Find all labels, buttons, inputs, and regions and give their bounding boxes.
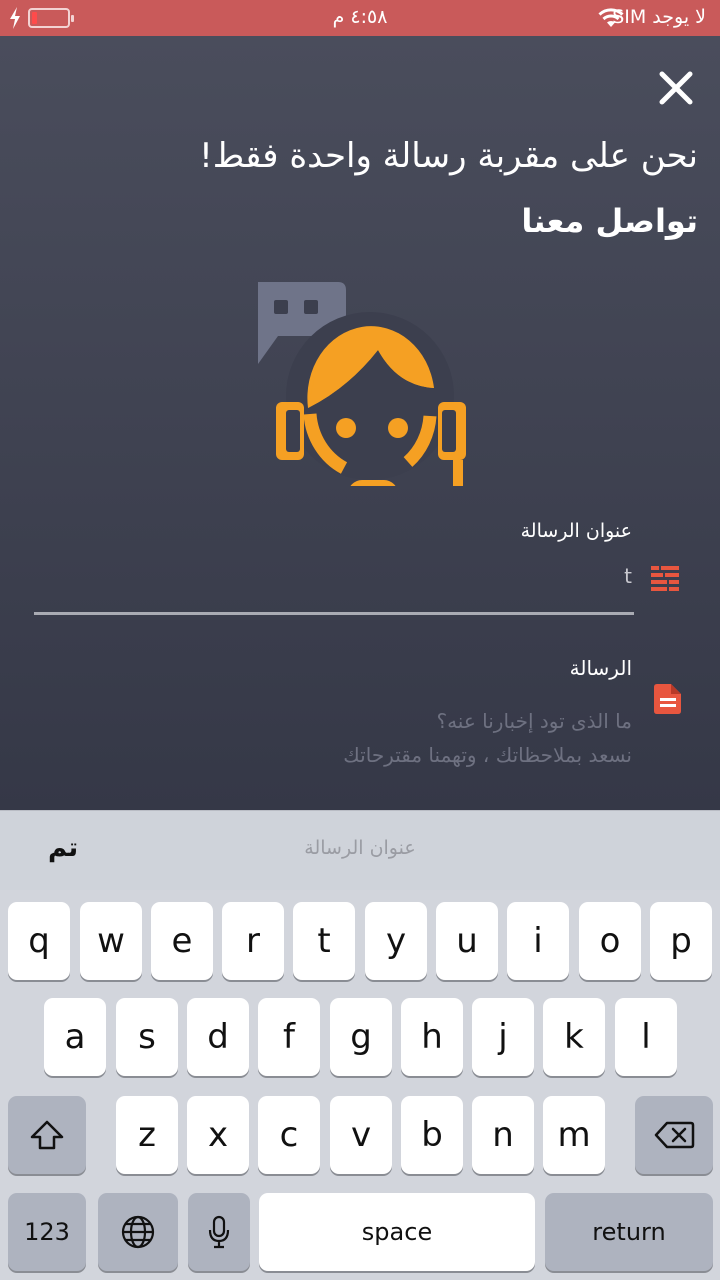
- subject-label: عنوان الرسالة: [520, 520, 632, 542]
- page-title: تواصل معنا: [521, 202, 698, 240]
- key-p[interactable]: p: [650, 902, 712, 980]
- globe-key[interactable]: [98, 1193, 178, 1271]
- keyboard-toolbar: تم عنوان الرسالة: [0, 810, 720, 890]
- key-s[interactable]: s: [116, 998, 178, 1076]
- key-f[interactable]: f: [258, 998, 320, 1076]
- key-g[interactable]: g: [330, 998, 392, 1076]
- return-key[interactable]: return: [545, 1193, 713, 1271]
- microphone-icon: [208, 1215, 230, 1249]
- key-b[interactable]: b: [401, 1096, 463, 1174]
- page-headline: نحن على مقربة رسالة واحدة فقط!: [199, 136, 698, 176]
- status-bar: ٤:٥٨ م لا يوجد SIM: [0, 0, 720, 36]
- key-i[interactable]: i: [507, 902, 569, 980]
- key-k[interactable]: k: [543, 998, 605, 1076]
- key-y[interactable]: y: [365, 902, 427, 980]
- key-j[interactable]: j: [472, 998, 534, 1076]
- keyboard: q w e r t y u i o p a s d f g h j k l z …: [0, 890, 720, 1280]
- document-icon: [654, 684, 681, 714]
- keyboard-field-hint: عنوان الرسالة: [304, 837, 416, 859]
- numbers-key[interactable]: 123: [8, 1193, 86, 1271]
- subject-underline: [34, 612, 634, 615]
- subject-input[interactable]: t: [624, 564, 632, 588]
- customer-support-icon: [258, 282, 466, 486]
- contact-screen: نحن على مقربة رسالة واحدة فقط! تواصل معن…: [0, 36, 720, 810]
- space-key[interactable]: space: [259, 1193, 535, 1271]
- message-label: الرسالة: [569, 656, 632, 680]
- globe-icon: [121, 1215, 155, 1249]
- key-d[interactable]: d: [187, 998, 249, 1076]
- key-m[interactable]: m: [543, 1096, 605, 1174]
- key-l[interactable]: l: [615, 998, 677, 1076]
- key-z[interactable]: z: [116, 1096, 178, 1174]
- key-u[interactable]: u: [436, 902, 498, 980]
- key-w[interactable]: w: [80, 902, 142, 980]
- key-v[interactable]: v: [330, 1096, 392, 1174]
- backspace-key[interactable]: [635, 1096, 713, 1174]
- shift-key[interactable]: [8, 1096, 86, 1174]
- close-icon[interactable]: [658, 70, 694, 106]
- message-input[interactable]: ما الذى تود إخبارنا عنه؟ نسعد بملاحظاتك …: [72, 704, 632, 772]
- backspace-icon: [654, 1121, 695, 1149]
- key-q[interactable]: q: [8, 902, 70, 980]
- carrier-label: لا يوجد SIM: [612, 6, 706, 28]
- key-n[interactable]: n: [472, 1096, 534, 1174]
- key-a[interactable]: a: [44, 998, 106, 1076]
- key-r[interactable]: r: [222, 902, 284, 980]
- subject-lines-icon: [651, 566, 679, 591]
- key-t[interactable]: t: [293, 902, 355, 980]
- microphone-key[interactable]: [188, 1193, 250, 1271]
- key-h[interactable]: h: [401, 998, 463, 1076]
- key-e[interactable]: e: [151, 902, 213, 980]
- key-o[interactable]: o: [579, 902, 641, 980]
- key-c[interactable]: c: [258, 1096, 320, 1174]
- key-x[interactable]: x: [187, 1096, 249, 1174]
- shift-icon: [30, 1120, 64, 1150]
